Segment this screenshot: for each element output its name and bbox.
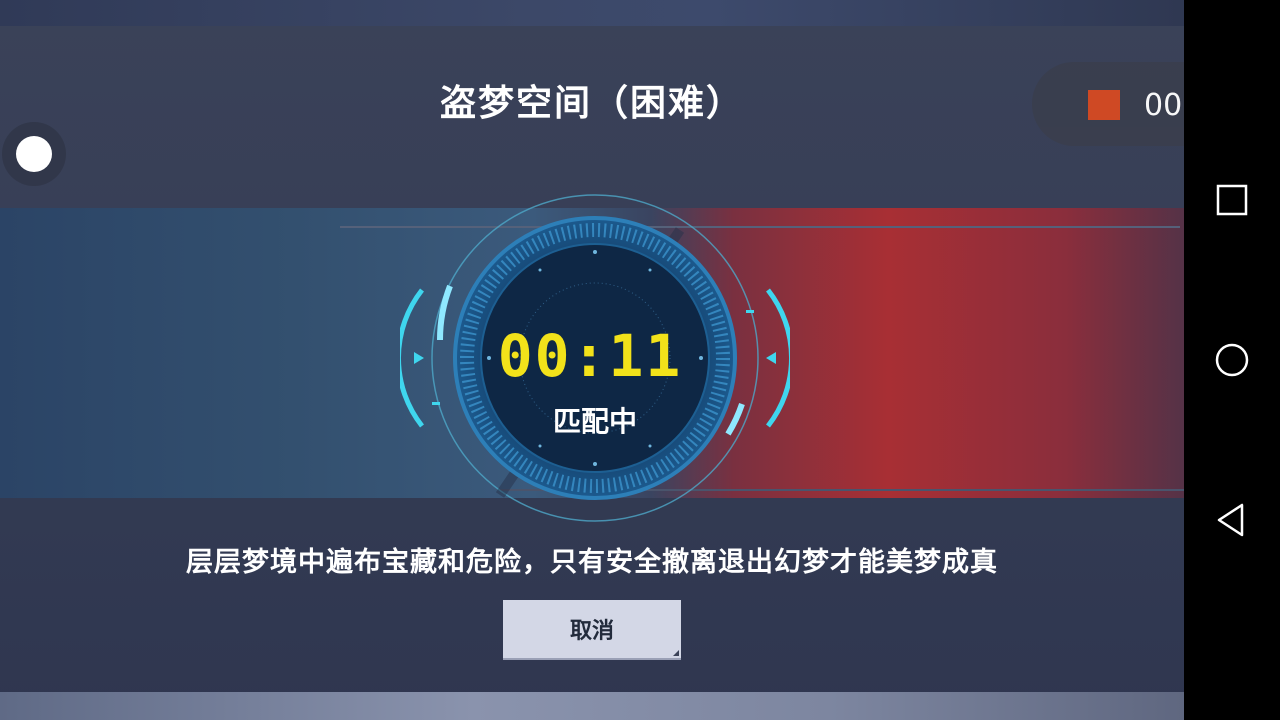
circle-home-icon[interactable]: [1208, 336, 1256, 384]
bottom-banner-strip: [0, 692, 1184, 720]
matching-status: 匹配中: [552, 405, 637, 438]
mode-title: 盗梦空间（困难）: [439, 83, 744, 124]
stop-icon[interactable]: [1088, 90, 1120, 120]
game-screen: 盗梦空间（困难） 00:11 匹配中 层层梦境中遍布宝藏和危险，只有安全撤离退出…: [0, 0, 1184, 720]
matching-timer: 00:11: [497, 322, 683, 390]
button-corner-decoration: [673, 650, 679, 656]
cancel-button-label: 取消: [569, 619, 614, 644]
system-navigation-bar: [1184, 0, 1280, 720]
top-banner-strip: [0, 0, 1184, 26]
square-recents-icon[interactable]: [1208, 176, 1256, 224]
mode-description: 层层梦境中遍布宝藏和危险，只有安全撤离退出幻梦才能美梦成真: [186, 547, 998, 578]
assistive-touch-icon: [16, 136, 52, 172]
triangle-back-icon[interactable]: [1208, 496, 1256, 544]
cancel-button[interactable]: 取消: [503, 600, 681, 660]
assistive-touch-button[interactable]: [2, 122, 66, 186]
